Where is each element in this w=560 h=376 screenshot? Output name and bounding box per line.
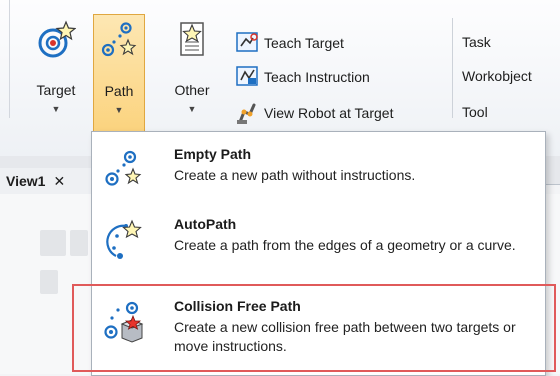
- teach-instruction-button[interactable]: Teach Instruction: [234, 64, 370, 90]
- chevron-down-icon: ▼: [187, 104, 197, 114]
- chevron-down-icon: ▼: [114, 105, 124, 115]
- path-button[interactable]: Path ▼: [93, 14, 145, 132]
- path-label: Path: [104, 83, 134, 99]
- tab-view1-label: View1: [6, 173, 46, 189]
- teach-target-label: Teach Target: [264, 35, 344, 51]
- teach-instruction-label: Teach Instruction: [264, 69, 370, 85]
- ribbon-divider: [9, 0, 10, 118]
- chevron-down-icon: ▼: [51, 104, 61, 114]
- menu-item-autopath[interactable]: AutoPath Create a path from the edges of…: [92, 210, 545, 290]
- toolbar-ghost-icon: [40, 270, 58, 294]
- menu-item-title: Empty Path: [174, 146, 252, 162]
- tab-view1[interactable]: View1 ✕: [0, 168, 100, 194]
- autopath-icon: [106, 219, 142, 259]
- menu-item-description: Create a path from the edges of a geomet…: [174, 237, 516, 253]
- other-button[interactable]: Other ▼: [164, 14, 220, 122]
- view-robot-at-target-button[interactable]: View Robot at Target: [234, 100, 393, 126]
- ribbon-group-divider: [452, 18, 453, 118]
- close-icon[interactable]: ✕: [53, 173, 65, 190]
- menu-item-description: Create a new path without instructions.: [174, 167, 416, 183]
- tool-selector[interactable]: Tool: [462, 104, 488, 120]
- task-selector[interactable]: Task: [462, 34, 491, 50]
- teach-target-icon: [236, 32, 258, 52]
- teach-instruction-icon: [236, 66, 258, 86]
- workobject-selector[interactable]: Workobject: [462, 68, 532, 84]
- toolbar-ghost-icon: [70, 230, 88, 256]
- other-document-icon: [180, 22, 204, 56]
- target-label: Target: [36, 82, 76, 98]
- teach-target-button[interactable]: Teach Target: [234, 30, 344, 56]
- empty-path-icon: [105, 150, 142, 186]
- view-robot-icon: [237, 103, 256, 124]
- menu-item-title: AutoPath: [174, 216, 237, 232]
- target-button[interactable]: Target ▼: [26, 14, 86, 122]
- view-robot-at-target-label: View Robot at Target: [264, 105, 394, 121]
- target-star-icon: [38, 20, 76, 58]
- path-icon: [101, 22, 137, 57]
- other-label: Other: [174, 82, 210, 98]
- toolbar-ghost-icon: [40, 230, 66, 256]
- highlight-annotation: [72, 284, 556, 372]
- menu-item-empty-path[interactable]: Empty Path Create a new path without ins…: [92, 140, 545, 206]
